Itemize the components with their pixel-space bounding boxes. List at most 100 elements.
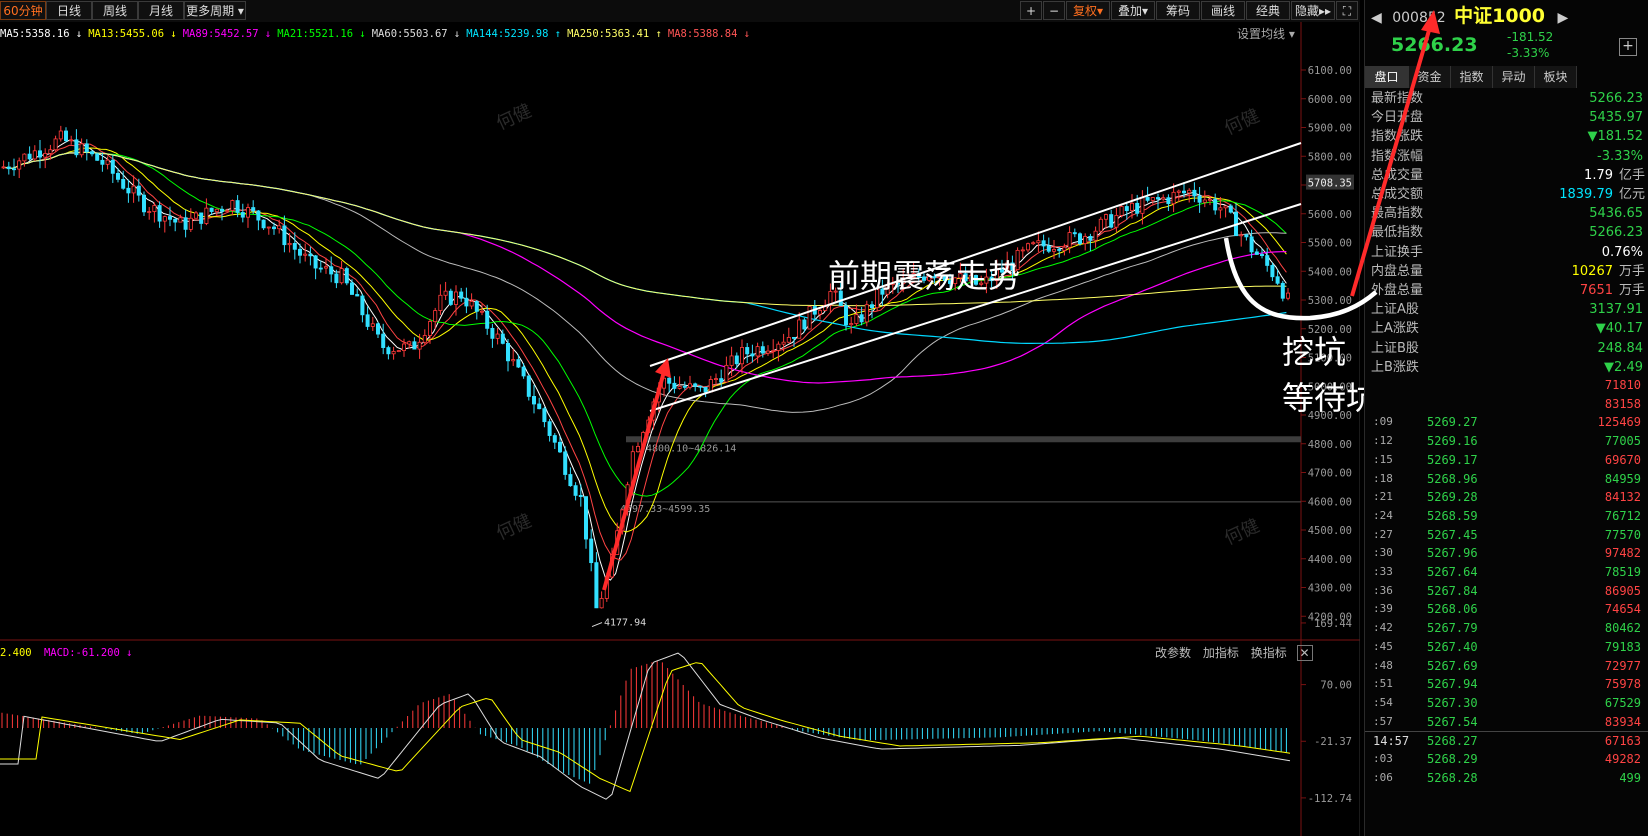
index-code: 000852 [1392, 10, 1446, 26]
tick-price: 5267.64 [1427, 565, 1478, 579]
candle-body [864, 304, 869, 323]
close-icon[interactable]: ✕ [1296, 645, 1313, 661]
candle-body [698, 385, 703, 388]
candle-body [672, 382, 677, 389]
stat-row: 最低指数 5266.23 [1365, 223, 1648, 242]
plus-icon: + [1025, 4, 1037, 18]
tick-volume: 86905 [1604, 583, 1641, 598]
macd-dif-line [0, 652, 1291, 800]
tab-funds[interactable]: 资金 [1409, 66, 1451, 88]
subtract-button[interactable]: − [1043, 1, 1065, 20]
candle-body [386, 347, 391, 355]
tick-time: :36 [1373, 583, 1393, 597]
kline-chart[interactable]: 4800.10~4826.144597.33~4599.354177.94何健何… [0, 0, 1360, 836]
hide-button[interactable]: 隐藏▸▸ [1291, 1, 1335, 20]
candle-body [422, 335, 427, 343]
candle-body [1202, 199, 1207, 203]
stat-value: 3137.91 [1589, 302, 1643, 318]
stat-row: 内盘总量 10267 万手 [1365, 262, 1648, 281]
tab-sector[interactable]: 板块 [1535, 66, 1577, 88]
stat-label: 最新指数 [1371, 91, 1424, 106]
candle-body [162, 216, 167, 222]
candle-body [251, 207, 256, 212]
set-ma-button[interactable]: 设置均线 ▾ [1237, 25, 1295, 43]
add-watch-button[interactable]: + [1619, 38, 1637, 56]
support-label: 4597.33~4599.35 [620, 504, 710, 515]
stat-row: 上证A股 3137.91 [1365, 300, 1648, 319]
tick-time: :18 [1373, 471, 1393, 485]
fullscreen-button[interactable]: ⛶ [1336, 1, 1358, 20]
candle-body [1020, 249, 1025, 252]
candle-body [1187, 189, 1192, 194]
tick-row: :12 5269.16 77005 [1365, 432, 1648, 451]
add-button[interactable]: + [1020, 1, 1042, 20]
candle-body [636, 445, 641, 453]
candle-body [1228, 205, 1233, 213]
tick-volume: 49282 [1604, 752, 1641, 766]
stat-row: 上证换手 0.76% [1365, 243, 1648, 262]
tick-time: :15 [1373, 452, 1393, 466]
tab-index[interactable]: 指数 [1451, 66, 1493, 88]
change-params-button[interactable]: 改参数 [1155, 646, 1191, 660]
watermark: 何健 [1221, 105, 1263, 139]
add-indicator-button[interactable]: 加指标 [1203, 646, 1239, 660]
watermark: 何健 [493, 100, 535, 134]
candle-body [1145, 197, 1150, 201]
draw-line-button[interactable]: 画线 [1201, 1, 1245, 20]
stat-label: 最低指数 [1371, 225, 1424, 241]
stat-row: 总成交额 1839.79 亿元 [1365, 185, 1648, 204]
candle-body [1088, 236, 1093, 241]
candle-body [542, 408, 547, 423]
low-pointer [591, 622, 603, 628]
chip-button[interactable]: 筹码 [1156, 1, 1200, 20]
candle-body [511, 359, 516, 362]
ma-line [1, 147, 1287, 533]
fuquan-button[interactable]: 复权▾ [1066, 1, 1110, 20]
tick-volume: 84959 [1604, 471, 1641, 486]
classic-button[interactable]: 经典 [1246, 1, 1290, 20]
axis-label: 5300.00 [1308, 295, 1352, 307]
tab-daily[interactable]: 日线 [46, 1, 92, 20]
overlay-button[interactable]: 叠加▾ [1111, 1, 1155, 20]
prev-arrow-icon[interactable]: ◀ [1371, 10, 1382, 26]
tab-orderbook[interactable]: 盘口 [1365, 66, 1409, 88]
tick-volume: 78519 [1604, 565, 1641, 579]
tick-row: :36 5267.84 86905 [1365, 582, 1648, 601]
candle-body [256, 210, 261, 221]
candle-body [1260, 254, 1265, 257]
candle-body [11, 168, 16, 171]
candle-body [287, 242, 292, 246]
switch-indicator-button[interactable]: 换指标 [1251, 646, 1287, 660]
candle-body [1109, 214, 1114, 228]
candle-body [48, 149, 53, 154]
candle-body [740, 347, 745, 365]
stat-value: ▼181.52 [1587, 129, 1644, 145]
candle-body [126, 187, 131, 194]
tick-time: :45 [1373, 639, 1393, 653]
candle-body [1031, 242, 1036, 245]
tab-anomaly[interactable]: 异动 [1493, 66, 1535, 88]
minus-icon: − [1048, 4, 1060, 18]
candlesticks[interactable] [1, 125, 1291, 609]
tab-monthly[interactable]: 月线 [138, 1, 184, 20]
candle-body [407, 341, 412, 345]
candle-body [802, 319, 807, 330]
candle-body [303, 253, 308, 256]
candle-body [308, 253, 313, 257]
candle-body [147, 211, 152, 213]
tick-row: :06 5268.28 499 [1365, 769, 1648, 788]
tab-more-periods[interactable]: 更多周期 ▾ [184, 1, 246, 20]
macd-axis-label: -112.74 [1308, 793, 1352, 805]
axis-label: 5900.00 [1308, 123, 1352, 135]
tick-price: 5267.69 [1427, 658, 1478, 673]
next-arrow-icon[interactable]: ▶ [1557, 10, 1568, 26]
candle-body [1218, 207, 1223, 211]
macd-legend: 2.400 MACD:-61.200 ↓ [0, 645, 132, 661]
price-marker: 5708.35 [1308, 178, 1352, 190]
index-name: 中证1000 [1454, 5, 1546, 27]
tab-60min[interactable]: 60分钟 [0, 1, 46, 20]
tick-row: 14:57 5268.27 67163 [1365, 731, 1648, 751]
plus-icon: + [1622, 38, 1634, 54]
stat-label: 内盘总量 [1371, 263, 1424, 279]
tab-weekly[interactable]: 周线 [92, 1, 138, 20]
